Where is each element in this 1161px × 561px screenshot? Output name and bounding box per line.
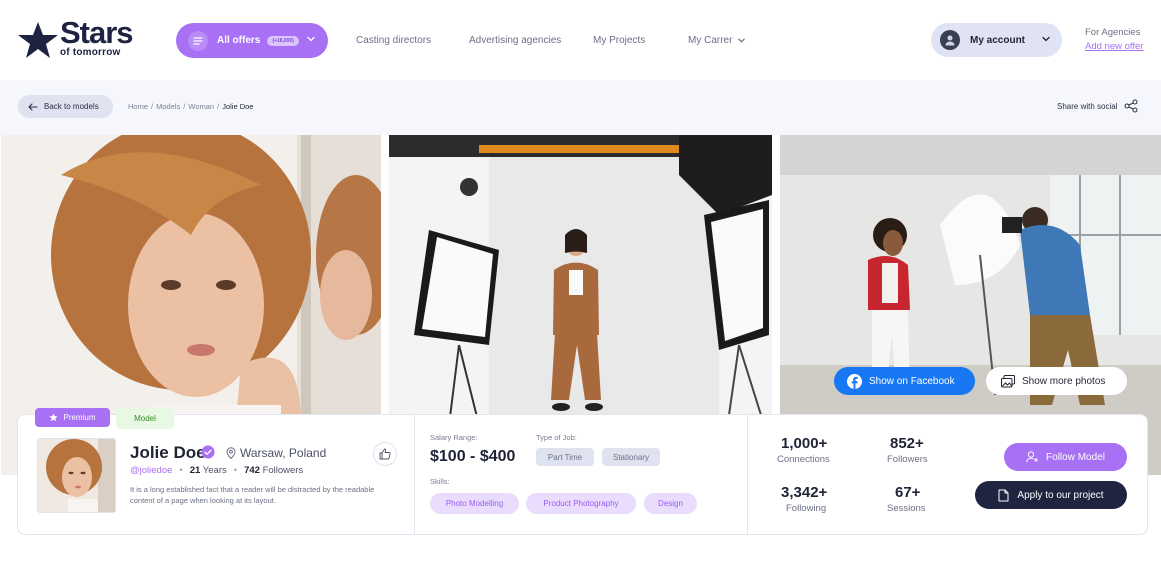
profile-location-label: Warsaw, Poland: [240, 446, 327, 460]
star-logo-icon: [18, 22, 58, 58]
show-more-photos-button[interactable]: Show more photos: [986, 367, 1127, 395]
breadcrumb-separator: /: [217, 102, 220, 111]
stat-following-value: 3,342+: [781, 484, 828, 501]
user-follow-icon: [1026, 451, 1039, 463]
model-badge: Model: [116, 408, 174, 429]
show-on-facebook-button[interactable]: Show on Facebook: [834, 367, 975, 395]
nav-my-carrer-label: My Carrer: [688, 35, 733, 46]
stat-sessions-label: Sessions: [887, 503, 926, 514]
profile-name: Jolie Doe: [130, 443, 206, 462]
logo-tagline: of tomorrow: [60, 47, 121, 58]
like-button[interactable]: [373, 442, 397, 466]
profile-location: Warsaw, Poland: [226, 446, 326, 460]
stat-followers-label: Followers: [887, 454, 928, 465]
share-label: Share with social: [1057, 101, 1118, 111]
logo-brand: Stars: [60, 15, 134, 50]
nav-advertising-agencies[interactable]: Advertising agencies: [469, 35, 561, 46]
my-account-label: My account: [970, 34, 1026, 46]
profile-age-value: 21: [189, 465, 201, 476]
premium-badge: Premium: [35, 408, 110, 427]
thumbs-up-icon: [379, 448, 391, 460]
job-type-tag: Stationary: [602, 448, 660, 466]
profile-description: It is a long established fact that a rea…: [130, 485, 375, 505]
salary-range-label: Salary Range:: [430, 433, 478, 442]
skill-tag[interactable]: Photo Modelling: [430, 493, 519, 514]
separator-dot: •: [233, 465, 238, 476]
separator-dot: •: [179, 465, 183, 476]
profile-meta: @joliedoe • 21 Years • 742 Followers: [130, 465, 303, 476]
chevron-down-icon: [307, 36, 315, 42]
chevron-down-icon: [738, 38, 746, 43]
stat-connections-value: 1,000+: [781, 435, 828, 452]
add-new-offer-link[interactable]: Add new offer: [1085, 41, 1143, 52]
skills-label: Skills:: [430, 477, 450, 486]
arrow-left-icon: [28, 102, 38, 111]
share-with-social-button[interactable]: Share with social: [1057, 99, 1138, 113]
star-icon: [49, 413, 59, 422]
top-header: Stars of tomorrow All offers (+16,000) C…: [0, 0, 1161, 80]
stat-sessions-value: 67+: [895, 484, 921, 501]
apply-to-project-label: Apply to our project: [1017, 489, 1104, 501]
nav-my-carrer[interactable]: My Carrer: [688, 35, 746, 46]
profile-age: 21 Years: [190, 465, 227, 476]
verified-icon: [201, 445, 215, 459]
profile-age-unit: Years: [202, 465, 227, 476]
stat-following-label: Following: [786, 503, 827, 514]
nav-my-projects[interactable]: My Projects: [593, 35, 645, 46]
profile-followers-value: 742: [244, 465, 260, 476]
user-avatar-icon: [940, 30, 960, 50]
stat-connections-label: Connections: [777, 454, 830, 465]
location-pin-icon: [226, 447, 236, 459]
stat-followers-value: 852+: [890, 435, 924, 452]
my-account-button[interactable]: My account: [931, 23, 1062, 57]
apply-to-project-button[interactable]: Apply to our project: [975, 481, 1127, 509]
images-icon: [1001, 374, 1015, 387]
breadcrumb-models[interactable]: Models: [156, 102, 180, 111]
breadcrumb-separator: /: [183, 102, 186, 111]
breadcrumb-separator: /: [151, 102, 154, 111]
offers-count-badge: (+16,000): [267, 35, 299, 46]
for-agencies-label: For Agencies: [1085, 27, 1141, 38]
profile-followers: 742 Followers: [244, 465, 303, 476]
back-to-models-button[interactable]: Back to models: [18, 95, 113, 118]
show-more-photos-label: Show more photos: [1022, 375, 1106, 387]
all-offers-button[interactable]: All offers (+16,000): [176, 23, 328, 58]
breadcrumb-current: Jolie Doe: [222, 102, 254, 111]
share-icon: [1124, 99, 1138, 113]
chevron-down-icon: [1042, 36, 1050, 42]
profile-handle[interactable]: @joliedoe: [130, 465, 172, 476]
profile-followers-unit: Followers: [262, 465, 304, 476]
breadcrumb-woman[interactable]: Woman: [188, 102, 214, 111]
premium-badge-label: Premium: [63, 413, 96, 422]
salary-range-value: $100 - $400: [430, 448, 516, 465]
follow-model-label: Follow Model: [1046, 451, 1105, 463]
card-divider: [747, 415, 748, 534]
skill-tag[interactable]: Product Photography: [526, 493, 636, 514]
list-icon: [188, 30, 208, 51]
breadcrumb-home[interactable]: Home: [128, 102, 148, 111]
skill-tag[interactable]: Design: [644, 493, 697, 514]
back-to-models-label: Back to models: [44, 102, 99, 111]
show-on-facebook-label: Show on Facebook: [869, 375, 955, 387]
logo[interactable]: Stars of tomorrow: [18, 15, 150, 61]
all-offers-label: All offers: [217, 35, 261, 46]
facebook-icon: [847, 373, 862, 389]
job-type-label: Type of Job:: [536, 433, 577, 442]
document-icon: [998, 489, 1009, 501]
job-type-tag: Part Time: [536, 448, 594, 466]
follow-model-button[interactable]: Follow Model: [1004, 443, 1127, 471]
breadcrumb-bar: Back to models Home / Models / Woman / Joli…: [0, 80, 1161, 135]
profile-avatar: [37, 438, 116, 513]
card-divider: [414, 415, 415, 534]
nav-casting-directors[interactable]: Casting directors: [356, 35, 431, 46]
breadcrumb: Home / Models / Woman / Jolie Doe: [128, 102, 253, 111]
